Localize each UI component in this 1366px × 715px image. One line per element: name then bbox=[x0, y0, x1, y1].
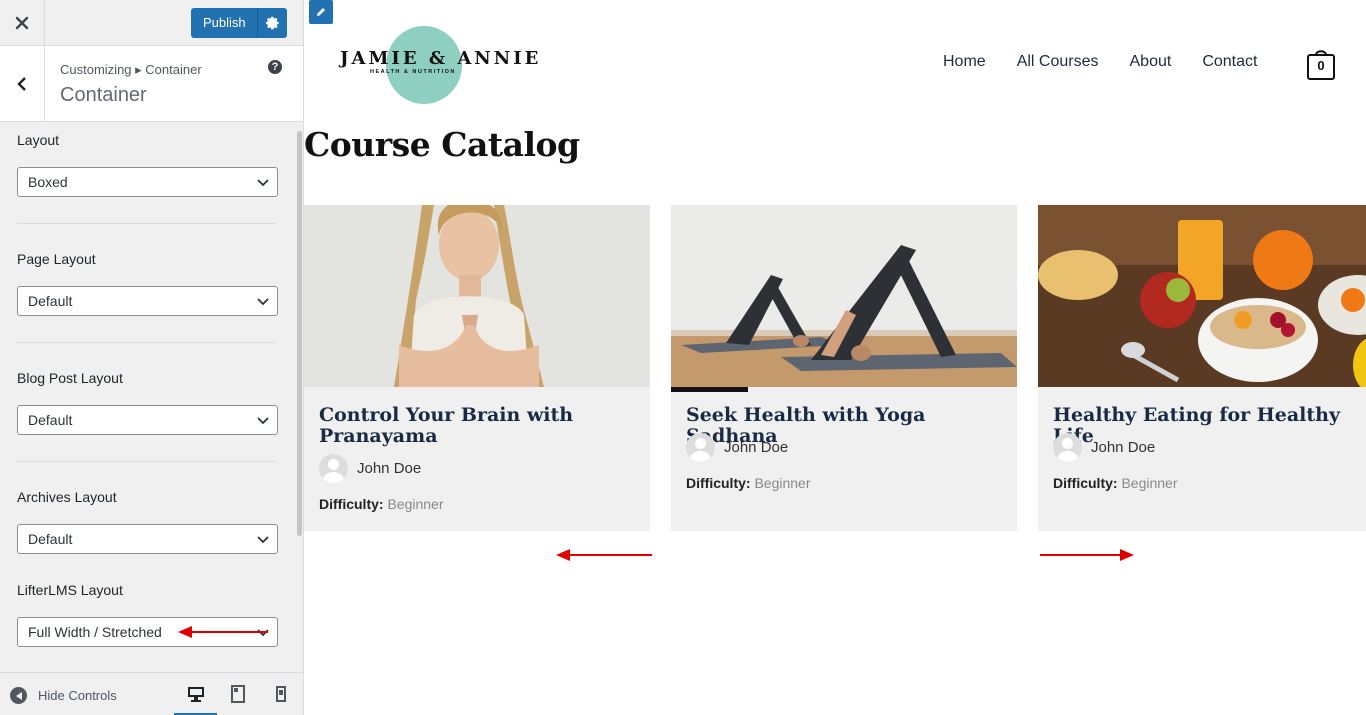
annotation-arrow-left bbox=[178, 626, 268, 638]
layout-select[interactable]: Boxed bbox=[17, 167, 278, 197]
blog-post-layout-select[interactable]: Default bbox=[17, 405, 278, 435]
customizer-footer: Hide Controls bbox=[0, 672, 303, 715]
divider bbox=[17, 223, 276, 224]
lifterlms-layout-select-value: Full Width / Stretched bbox=[28, 624, 162, 640]
customizer-sidebar: Publish Customizing ▸ Container Containe… bbox=[0, 0, 304, 715]
sidebar-scrollbar[interactable] bbox=[297, 131, 302, 536]
course-card[interactable]: Seek Health with Yoga Sadhana John Doe D… bbox=[671, 205, 1017, 531]
divider bbox=[17, 461, 276, 462]
chevron-down-icon bbox=[257, 298, 269, 306]
page-layout-select-value: Default bbox=[28, 293, 73, 309]
archives-layout-select[interactable]: Default bbox=[17, 524, 278, 554]
course-progress-bar bbox=[671, 387, 748, 392]
difficulty-value: Beginner bbox=[387, 496, 444, 512]
course-image-yoga[interactable] bbox=[671, 205, 1017, 387]
customizer-header: Publish bbox=[0, 0, 303, 46]
course-image-meditation[interactable] bbox=[304, 205, 650, 387]
nav-contact[interactable]: Contact bbox=[1202, 53, 1257, 71]
difficulty-value: Beginner bbox=[754, 475, 811, 491]
page-layout-select[interactable]: Default bbox=[17, 286, 278, 316]
section-title: Container bbox=[60, 84, 147, 106]
desktop-icon[interactable] bbox=[186, 683, 206, 705]
author-name: John Doe bbox=[1091, 439, 1156, 456]
avatar bbox=[686, 433, 715, 462]
course-author: John Doe bbox=[686, 433, 788, 462]
course-difficulty: Difficulty: Beginner bbox=[686, 475, 811, 491]
avatar bbox=[1053, 433, 1082, 462]
difficulty-label: Difficulty: bbox=[1053, 475, 1118, 491]
course-difficulty: Difficulty: Beginner bbox=[1053, 475, 1178, 491]
course-card[interactable]: Healthy Eating for Healthy Life John Doe… bbox=[1038, 205, 1366, 531]
breadcrumb: Customizing ▸ Container bbox=[60, 62, 202, 77]
publish-button[interactable]: Publish bbox=[191, 8, 257, 38]
blog-post-layout-label: Blog Post Layout bbox=[17, 370, 123, 386]
back-chevron-icon[interactable] bbox=[0, 46, 45, 121]
lifterlms-layout-label: LifterLMS Layout bbox=[17, 582, 123, 598]
course-author: John Doe bbox=[1053, 433, 1155, 462]
cart-icon[interactable]: 0 bbox=[1307, 47, 1335, 80]
course-difficulty: Difficulty: Beginner bbox=[319, 496, 444, 512]
nav-all-courses[interactable]: All Courses bbox=[1017, 53, 1099, 71]
logo-tagline: HEALTH & NUTRITION bbox=[370, 69, 456, 75]
blog-post-layout-select-value: Default bbox=[28, 412, 73, 428]
layout-label: Layout bbox=[17, 132, 60, 148]
logo-name: JAMIE & ANNIE bbox=[340, 48, 542, 69]
difficulty-value: Beginner bbox=[1121, 475, 1178, 491]
layout-select-value: Boxed bbox=[28, 174, 68, 190]
help-icon[interactable]: ? bbox=[268, 60, 282, 74]
annotation-arrow-right bbox=[1040, 549, 1134, 561]
close-icon[interactable] bbox=[0, 0, 45, 45]
annotation-arrow-left bbox=[556, 549, 652, 561]
nav-about[interactable]: About bbox=[1130, 53, 1172, 71]
chevron-down-icon bbox=[257, 179, 269, 187]
site-preview: JAMIE & ANNIE HEALTH & NUTRITION Home Al… bbox=[304, 0, 1366, 715]
author-name: John Doe bbox=[724, 439, 789, 456]
tablet-icon[interactable] bbox=[228, 683, 248, 705]
main-navigation: Home All Courses About Contact bbox=[943, 53, 1288, 71]
course-image-food[interactable] bbox=[1038, 205, 1366, 387]
hide-controls-button[interactable]: Hide Controls bbox=[10, 687, 117, 704]
chevron-down-icon bbox=[257, 417, 269, 425]
cart-count: 0 bbox=[1317, 58, 1325, 73]
course-title[interactable]: Control Your Brain with Pranayama bbox=[319, 405, 639, 447]
site-logo[interactable]: JAMIE & ANNIE HEALTH & NUTRITION bbox=[338, 22, 548, 104]
difficulty-label: Difficulty: bbox=[686, 475, 751, 491]
archives-layout-label: Archives Layout bbox=[17, 489, 117, 505]
author-name: John Doe bbox=[357, 460, 422, 477]
archives-layout-select-value: Default bbox=[28, 531, 73, 547]
page-layout-label: Page Layout bbox=[17, 251, 96, 267]
divider bbox=[17, 342, 276, 343]
chevron-down-icon bbox=[257, 536, 269, 544]
nav-home[interactable]: Home bbox=[943, 53, 986, 71]
page-title: Course Catalog bbox=[304, 125, 580, 164]
edit-pencil-icon[interactable] bbox=[309, 0, 333, 24]
publish-settings-gear-icon[interactable] bbox=[257, 8, 287, 38]
hide-controls-label: Hide Controls bbox=[38, 688, 117, 703]
course-card[interactable]: Control Your Brain with Pranayama John D… bbox=[304, 205, 650, 531]
publish-group: Publish bbox=[191, 8, 287, 38]
avatar bbox=[319, 454, 348, 483]
controls-panel: Layout Boxed Page Layout Default Blog Po… bbox=[0, 122, 296, 672]
difficulty-label: Difficulty: bbox=[319, 496, 384, 512]
mobile-icon[interactable] bbox=[271, 683, 291, 705]
section-header: Customizing ▸ Container Container ? bbox=[0, 46, 303, 122]
course-author: John Doe bbox=[319, 454, 421, 483]
collapse-arrow-icon bbox=[10, 687, 27, 704]
